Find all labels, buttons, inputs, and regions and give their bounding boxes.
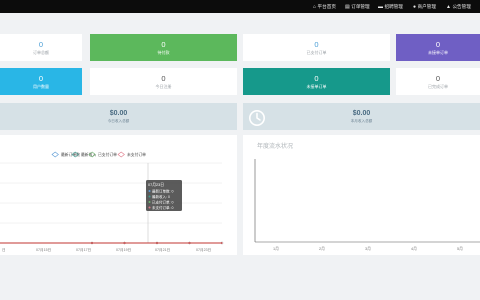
- stat-label: 待付款: [157, 49, 170, 55]
- nav-label: 订单管理: [351, 3, 370, 9]
- x-tick-label: 1月: [273, 246, 279, 251]
- bell-icon: ▲: [446, 3, 451, 10]
- x-tick-labels: 日 07月15日 07月17日 07月19日 07月21日 07月23日: [2, 247, 211, 252]
- tooltip-dot: [148, 195, 151, 198]
- clock-icon: [249, 110, 265, 126]
- list-icon: ▤: [345, 3, 350, 10]
- line-chart: 最新订单数 最新收入 已支付订单 未支付订单 日 07月15日 07月17日 07月1…: [0, 151, 224, 252]
- stat-card-unaccepted-orders-2: 0 未接单订单: [243, 68, 390, 95]
- x-tick-label: 2月: [319, 246, 325, 251]
- card-icon: ▬: [378, 3, 383, 10]
- stat-card-pending-payment: 0 待付款: [90, 34, 237, 61]
- stat-card-paid-orders: 0 已支付订单: [243, 34, 390, 61]
- nav-label: 商户管理: [417, 3, 436, 9]
- x-tick-label: 3月: [365, 246, 371, 251]
- stat-value: 0: [314, 74, 319, 83]
- x-tick-label: 07月19日: [116, 247, 131, 252]
- nav-item-home[interactable]: ⌂ 平台首页: [313, 0, 336, 13]
- stat-label: 已完成订单: [428, 83, 448, 89]
- stat-card-user-count: 0 用户数量: [0, 68, 82, 95]
- stat-label: 订单总额: [33, 49, 49, 55]
- annual-flow-panel: 年度流水状况 1月 2月 3月 4月 5月: [243, 135, 480, 255]
- nav-label: 公告管理: [452, 3, 471, 9]
- stat-card-unaccepted-orders: 0 未接单订单: [396, 34, 480, 61]
- stat-label: 已支付订单: [306, 49, 327, 55]
- tooltip-row: 已支付订单: 0: [152, 199, 173, 204]
- stat-value: 0: [435, 40, 441, 49]
- x-tick-label: 07月15日: [36, 247, 51, 252]
- tooltip-title: 07月23日: [148, 182, 164, 187]
- stat-label: 未接单订单: [306, 83, 327, 89]
- x-tick-label: 5月: [457, 246, 463, 251]
- bar-chart: 1月 2月 3月 4月 5月: [254, 159, 480, 251]
- stat-value: 0: [38, 74, 44, 83]
- stat-card-today-registered: 0 今日注册: [90, 68, 237, 95]
- x-tick-label: 07月17日: [76, 247, 91, 252]
- money-label: 今日收入总额: [107, 119, 130, 123]
- x-tick-label: 日: [2, 248, 6, 252]
- legend-label: 已支付订单: [98, 152, 117, 157]
- money-value: $0.00: [352, 110, 371, 117]
- stat-card-order-total: 0 订单总额: [0, 34, 82, 61]
- nav-item-notices[interactable]: ▲ 公告管理: [446, 0, 471, 13]
- stat-value: 0: [38, 40, 44, 49]
- nav-item-merchants[interactable]: ● 商户管理: [413, 0, 436, 13]
- tooltip-dot: [148, 190, 151, 192]
- nav-item-recruit[interactable]: ▬ 招聘管理: [378, 0, 403, 13]
- money-value: $0.00: [109, 110, 128, 117]
- x-tick-label: 07月21日: [155, 247, 170, 252]
- tooltip-row: 未支付订单: 0: [152, 205, 173, 210]
- stat-value: 0: [435, 74, 441, 83]
- money-label: 本月收入总额: [350, 119, 373, 123]
- footer-area: [0, 260, 480, 300]
- nav-label: 招聘管理: [384, 3, 403, 9]
- money-card-month: $0.00 本月收入总额: [243, 103, 480, 130]
- stat-label: 今日注册: [155, 83, 172, 89]
- legend-label: 最新订单数: [61, 152, 80, 157]
- home-icon: ⌂: [313, 3, 317, 10]
- legend-label: 未支付订单: [127, 152, 146, 157]
- x-tick-label: 07月23日: [196, 247, 211, 252]
- chart-tooltip: 07月23日 最新订单数: 0 最新收入: 0 已支付订单: 0 未支付订单: …: [146, 180, 182, 211]
- line-chart-panel: 最新订单数 最新收入 已支付订单 未支付订单 日 07月15日 07月17日 07月1…: [0, 135, 237, 255]
- nav-label: 平台首页: [317, 3, 336, 9]
- nav-item-orders[interactable]: ▤ 订单管理: [345, 0, 370, 13]
- x-tick-label: 4月: [411, 246, 417, 251]
- top-navbar: [0, 0, 480, 13]
- tooltip-dot: [148, 206, 151, 209]
- stat-label: 用户数量: [33, 83, 49, 89]
- tooltip-row: 最新收入: 0: [152, 194, 170, 199]
- stat-value: 0: [161, 40, 166, 49]
- x-tick-labels: 1月 2月 3月 4月 5月: [273, 246, 463, 251]
- stat-value: 0: [314, 40, 319, 49]
- stat-card-completed-orders: 0 已完成订单: [396, 68, 480, 95]
- money-card-today: $0.00 今日收入总额: [0, 103, 237, 130]
- user-icon: ●: [413, 3, 417, 10]
- legend-item-unpaid[interactable]: 未支付订单: [117, 151, 146, 158]
- stat-value: 0: [161, 74, 166, 83]
- stat-label: 未接单订单: [428, 49, 448, 55]
- tooltip-dot: [148, 201, 151, 203]
- tooltip-row: 最新订单数: 0: [152, 188, 173, 193]
